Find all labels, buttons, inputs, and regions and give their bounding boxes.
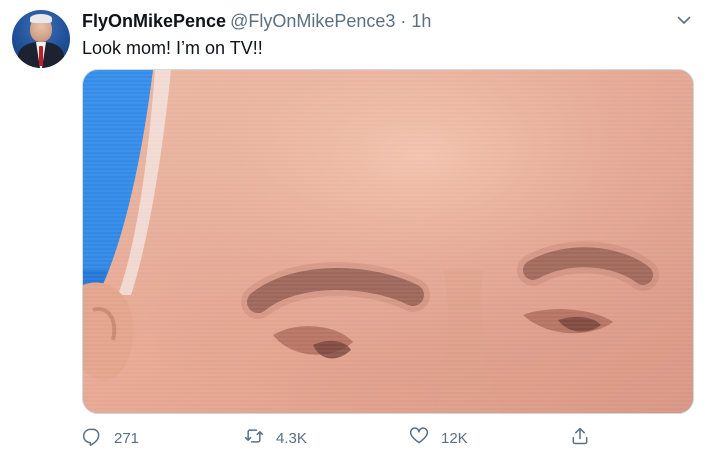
- avatar-tie: [39, 46, 43, 66]
- separator-dot: ·: [400, 11, 407, 31]
- tweet[interactable]: FlyOnMikePence @FlyOnMikePence3 · 1h Look m…: [0, 0, 710, 458]
- photo-closeup-face: [83, 70, 693, 413]
- tweet-header: FlyOnMikePence @FlyOnMikePence3 · 1h: [82, 11, 431, 31]
- retweet-button[interactable]: 4.3K: [244, 425, 307, 451]
- tweet-actions: 271 4.3K 12K: [82, 425, 694, 451]
- like-count: 12K: [441, 429, 468, 447]
- like-button[interactable]: 12K: [409, 425, 468, 451]
- heart-icon: [409, 426, 429, 451]
- author-avatar[interactable]: [12, 10, 70, 68]
- retweet-count: 4.3K: [276, 429, 307, 447]
- reply-icon: [82, 426, 102, 451]
- reply-button[interactable]: 271: [82, 425, 139, 451]
- share-button[interactable]: [570, 425, 590, 451]
- tweet-timestamp[interactable]: 1h: [411, 11, 431, 31]
- retweet-icon: [244, 426, 264, 451]
- tweet-text: Look mom! I’m on TV!!: [82, 38, 263, 58]
- share-icon: [570, 426, 590, 451]
- author-handle[interactable]: @FlyOnMikePence3: [230, 11, 395, 31]
- tweet-photo[interactable]: [82, 69, 694, 414]
- avatar-hair: [30, 14, 52, 23]
- reply-count: 271: [114, 429, 140, 447]
- author-display-name[interactable]: FlyOnMikePence: [82, 11, 226, 31]
- chevron-down-icon[interactable]: [676, 12, 692, 28]
